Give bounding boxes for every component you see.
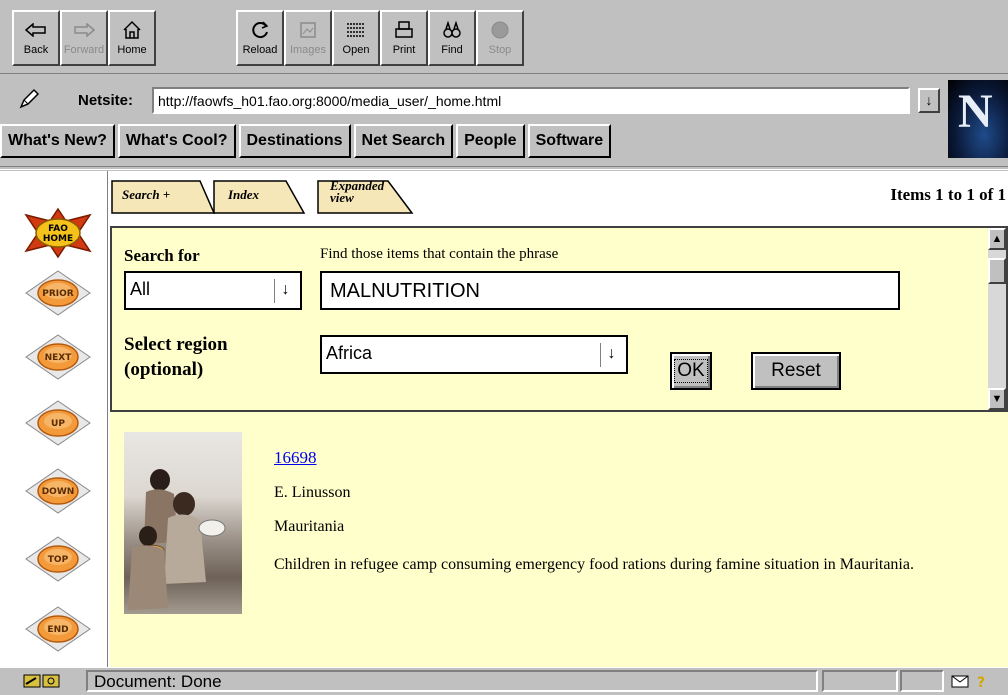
region-label: Select region (optional) <box>124 332 228 382</box>
url-input[interactable]: http://faowfs_h01.fao.org:8000/media_use… <box>152 87 910 114</box>
printer-icon <box>394 18 414 42</box>
search-for-value: All <box>130 279 151 299</box>
region-label-line1: Select region <box>124 334 228 355</box>
fao-home-label-line: HOME <box>43 234 73 244</box>
open-icon <box>345 18 367 42</box>
result-link[interactable]: 16698 <box>274 448 317 468</box>
reload-button[interactable]: Reload <box>236 10 284 66</box>
images-button[interactable]: Images <box>284 10 332 66</box>
vertical-scrollbar[interactable]: ▲ ▼ <box>988 228 1006 410</box>
page-content: FAO HOME PRIOR NEXT UP DOWN TOP END Sear… <box>0 171 1008 667</box>
scroll-up-icon[interactable]: ▲ <box>988 228 1006 250</box>
down-label: DOWN <box>42 487 75 497</box>
house-icon <box>122 18 142 42</box>
status-text: Document: Done <box>86 670 818 692</box>
items-count: Items 1 to 1 of 1 <box>890 185 1006 204</box>
tab-index[interactable]: Index <box>228 187 259 221</box>
phrase-input[interactable]: MALNUTRITION <box>320 271 900 310</box>
divider <box>0 166 1008 170</box>
open-button[interactable]: Open <box>332 10 380 66</box>
search-for-label: Search for <box>124 246 200 265</box>
tab-view-label: view <box>330 190 354 205</box>
chevron-down-icon[interactable]: ↓ <box>274 279 296 303</box>
chevron-down-icon[interactable]: ↓ <box>600 343 622 367</box>
security-key-icon[interactable] <box>22 672 62 690</box>
back-arrow-icon <box>25 18 47 42</box>
location-label: Netsite: <box>78 92 134 109</box>
result-author: E. Linusson <box>274 484 351 501</box>
software-button[interactable]: Software <box>527 124 612 158</box>
phrase-label: Find those items that contain the phrase <box>320 246 559 262</box>
next-button[interactable]: NEXT <box>20 329 96 385</box>
directory-buttons: What's New? What's Cool? Destinations Ne… <box>0 124 614 160</box>
result-description: Children in refugee camp consuming emerg… <box>274 556 914 573</box>
fao-home-label-line: FAO <box>48 224 68 234</box>
binoculars-icon <box>442 18 462 42</box>
reload-icon <box>250 18 270 42</box>
reset-button[interactable]: Reset <box>751 352 841 390</box>
bookmark-pen-icon[interactable] <box>18 88 40 110</box>
status-cell <box>900 670 944 692</box>
netscape-logo[interactable]: N <box>948 80 1008 158</box>
destinations-button[interactable]: Destinations <box>238 124 351 158</box>
region-value: Africa <box>326 343 373 363</box>
stop-icon <box>490 18 510 42</box>
end-button[interactable]: END <box>20 601 96 657</box>
up-label: UP <box>51 419 65 429</box>
whats-cool-button[interactable]: What's Cool? <box>117 124 236 158</box>
result-country: Mauritania <box>274 518 345 535</box>
top-label: TOP <box>48 555 69 565</box>
results-list: 16698 E. Linusson Mauritania Children in… <box>110 412 1008 667</box>
main-frame: Search + Index Expanded view Items 1 to … <box>110 171 1008 667</box>
up-button[interactable]: UP <box>20 395 96 451</box>
top-button[interactable]: TOP <box>20 531 96 587</box>
down-button[interactable]: DOWN <box>20 463 96 519</box>
mail-icon[interactable]: ? <box>950 672 990 691</box>
whats-new-button[interactable]: What's New? <box>0 124 115 158</box>
print-button[interactable]: Print <box>380 10 428 66</box>
toolbar: Back Forward Home Reload Images Open Pri… <box>0 0 1008 74</box>
end-label: END <box>47 625 68 635</box>
forward-button[interactable]: Forward <box>60 10 108 66</box>
scrollbar-thumb[interactable] <box>988 258 1006 284</box>
scroll-down-icon[interactable]: ▼ <box>988 388 1006 410</box>
home-button[interactable]: Home <box>108 10 156 66</box>
images-icon <box>298 18 318 42</box>
region-label-line2: (optional) <box>124 359 204 380</box>
forward-arrow-icon <box>73 18 95 42</box>
page-button-group: Reload Images Open Print Find Stop <box>236 10 524 66</box>
tab-expanded-view[interactable]: Expanded view <box>330 179 384 214</box>
status-bar: Document: Done ? <box>0 667 1008 693</box>
svg-text:?: ? <box>977 675 985 690</box>
search-form: Search for Find those items that contain… <box>110 226 1008 412</box>
stop-button[interactable]: Stop <box>476 10 524 66</box>
prior-button[interactable]: PRIOR <box>20 265 96 321</box>
net-search-button[interactable]: Net Search <box>353 124 454 158</box>
next-label: NEXT <box>45 353 73 363</box>
ok-button[interactable]: OK <box>670 352 712 390</box>
back-button[interactable]: Back <box>12 10 60 66</box>
progress-cell <box>822 670 898 692</box>
find-button[interactable]: Find <box>428 10 476 66</box>
nav-button-group: Back Forward Home <box>12 10 156 66</box>
fao-home-button[interactable]: FAO HOME <box>20 205 96 261</box>
ok-label: OK <box>674 359 708 383</box>
tab-search[interactable]: Search + <box>122 187 170 221</box>
prior-label: PRIOR <box>42 289 74 299</box>
chevron-down-icon[interactable]: ↓ <box>918 88 940 113</box>
location-bar: Netsite: http://faowfs_h01.fao.org:8000/… <box>0 82 1008 118</box>
result-thumbnail[interactable] <box>124 432 242 614</box>
search-for-select[interactable]: All ↓ <box>124 271 302 310</box>
people-button[interactable]: People <box>456 124 525 158</box>
tab-strip: Search + Index Expanded view Items 1 to … <box>110 171 1008 226</box>
region-select[interactable]: Africa ↓ <box>320 335 628 374</box>
fao-nav-frame: FAO HOME PRIOR NEXT UP DOWN TOP END <box>0 171 108 667</box>
